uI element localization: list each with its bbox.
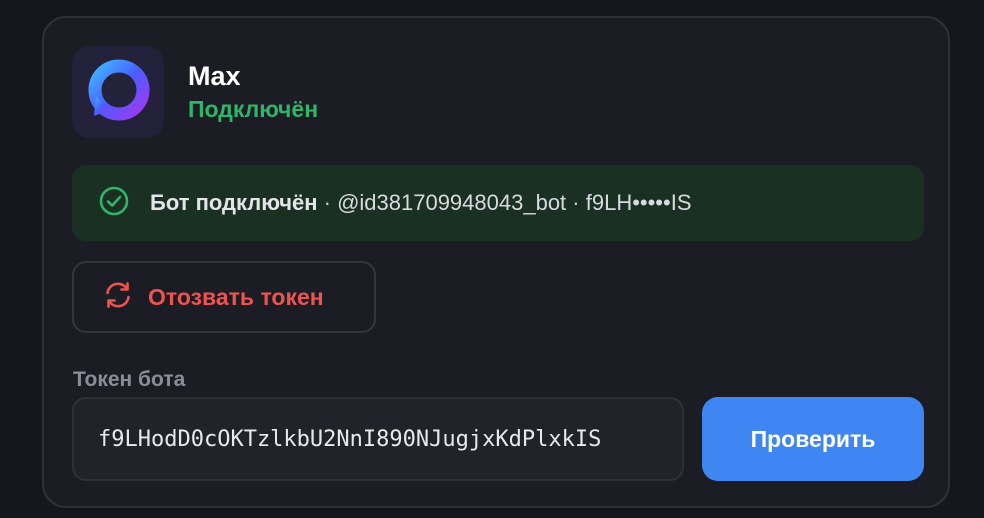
banner-separator: · <box>566 190 586 215</box>
app-meta: Max Подключён <box>188 60 318 124</box>
check-button[interactable]: Проверить <box>702 397 924 481</box>
revoke-token-label: Отозвать токен <box>148 283 324 310</box>
app-header: Max Подключён <box>72 46 318 138</box>
banner-text: Бот подключён · @id381709948043_bot · f9… <box>150 190 692 216</box>
masked-token: f9LH•••••IS <box>585 190 692 215</box>
banner-title: Бот подключён <box>150 190 318 215</box>
connected-banner: Бот подключён · @id381709948043_bot · f9… <box>72 165 924 241</box>
bot-connection-card: Max Подключён Бот подключён · @id3817099… <box>42 16 950 508</box>
check-circle-icon <box>98 185 130 222</box>
revoke-token-button[interactable]: Отозвать токен <box>72 261 376 333</box>
refresh-icon <box>102 279 134 316</box>
banner-separator: · <box>317 190 338 215</box>
token-field-label: Токен бота <box>73 368 186 391</box>
token-input[interactable] <box>72 397 684 481</box>
max-logo-icon <box>72 46 164 138</box>
bot-username: @id381709948043_bot <box>337 190 567 215</box>
app-name: Max <box>188 61 241 91</box>
connection-status: Подключён <box>188 96 319 122</box>
